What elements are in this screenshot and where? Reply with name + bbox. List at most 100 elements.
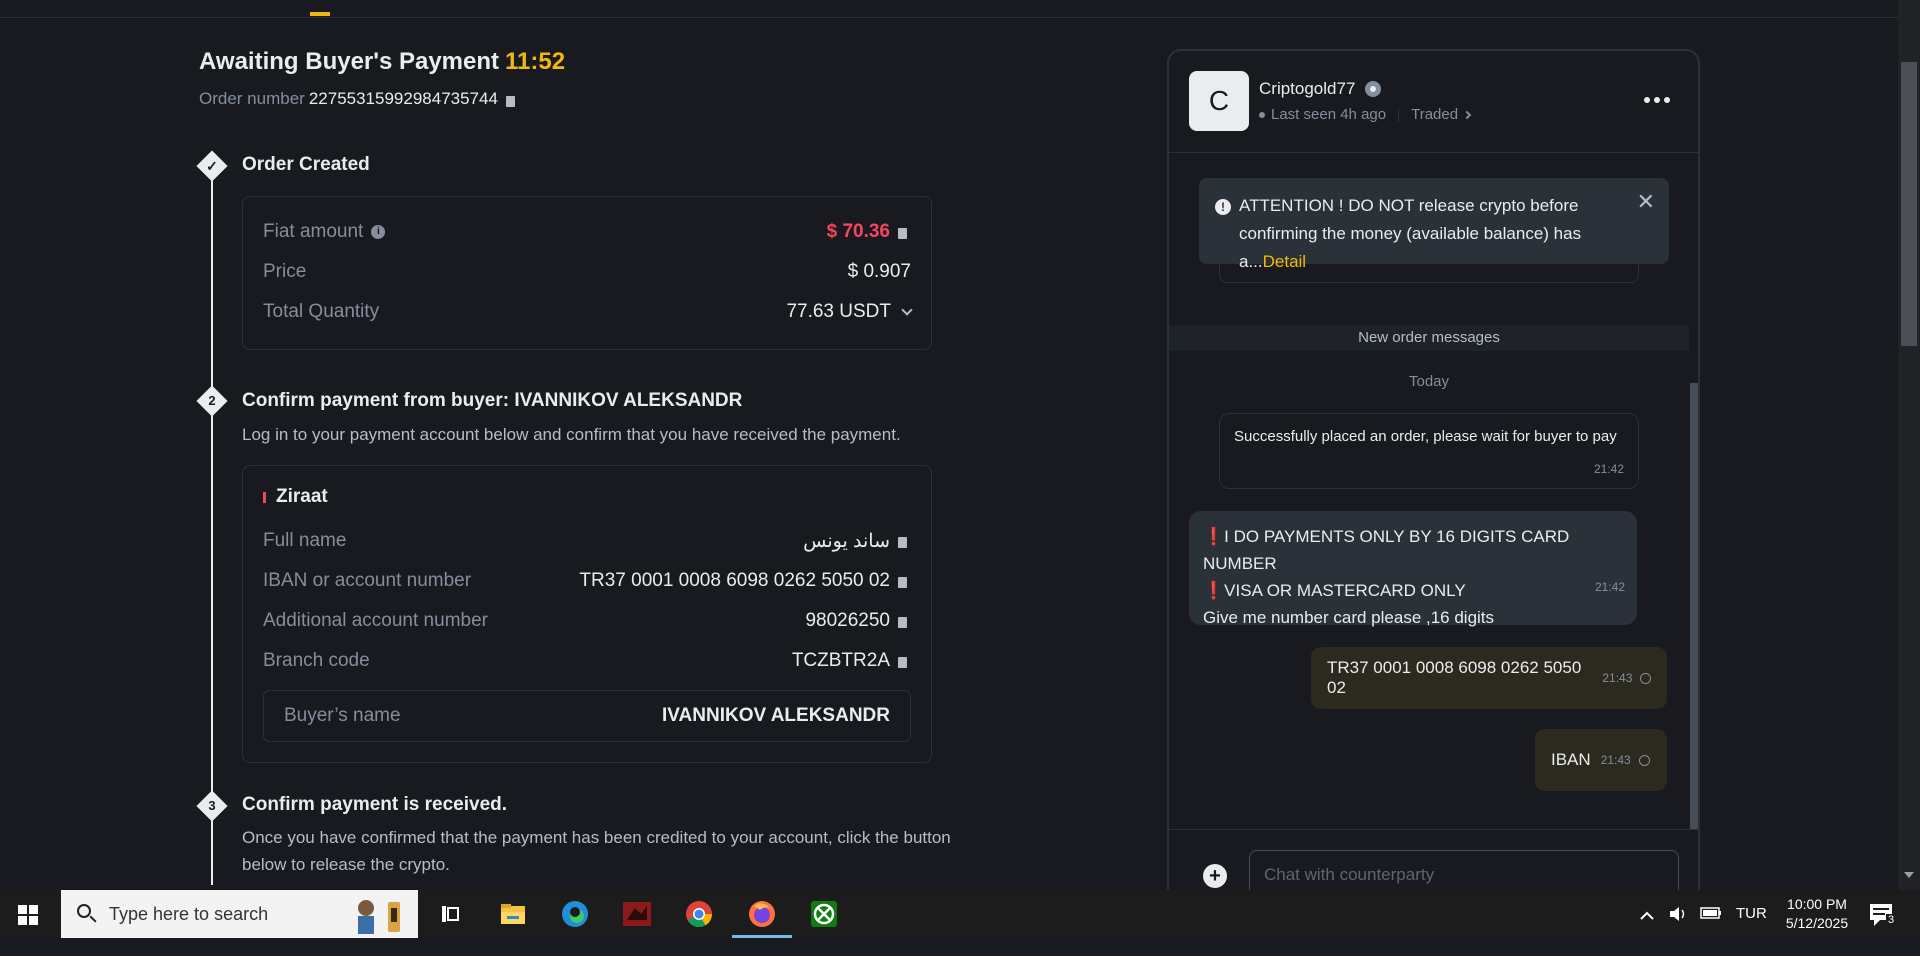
page-scrollbar[interactable] xyxy=(1898,0,1920,890)
verified-icon xyxy=(1365,81,1382,97)
traded-link[interactable]: Traded xyxy=(1411,106,1458,123)
copy-icon[interactable] xyxy=(898,225,912,239)
system-message-text: Successfully placed an order, please wai… xyxy=(1234,428,1617,445)
page-title: Awaiting Buyer's Payment 11:52 xyxy=(199,48,565,76)
countdown-timer: 11:52 xyxy=(505,48,566,75)
message-time: 21:42 xyxy=(1593,462,1624,476)
step-3-description: Once you have confirmed that the payment… xyxy=(242,828,951,874)
close-icon[interactable]: ✕ xyxy=(1637,188,1655,216)
detail-link[interactable]: Detail xyxy=(1263,252,1306,271)
volume-icon[interactable] xyxy=(1668,905,1688,953)
iban-row: IBAN or account number TR37 0001 0008 60… xyxy=(263,566,912,596)
chat-input[interactable] xyxy=(1249,850,1679,890)
attention-banner: ! ATTENTION ! DO NOT release crypto befo… xyxy=(1199,178,1669,271)
payment-details-card: Ziraat Full name ساند يونس IBAN or accou… xyxy=(242,465,932,763)
task-view-icon[interactable] xyxy=(434,898,466,930)
message-time: 21:43 xyxy=(1602,671,1633,685)
search-icon xyxy=(77,904,91,918)
bank-name-text: Ziraat xyxy=(276,486,328,507)
chevron-right-icon xyxy=(1462,110,1472,119)
message-list: ! ATTENTION ! DO NOT release crypto befo… xyxy=(1169,153,1698,829)
full-name-value: ساند يونس xyxy=(803,530,890,552)
new-order-messages-divider: New order messages xyxy=(1169,325,1689,351)
outgoing-message: TR37 0001 0008 6098 0262 5050 02 21:43 xyxy=(1311,647,1667,709)
info-icon[interactable]: i xyxy=(371,224,386,239)
buyer-name-label: Buyer’s name xyxy=(284,705,401,726)
system-message: Successfully placed an order, please wai… xyxy=(1219,413,1639,489)
clock[interactable]: 10:00 PM 5/12/2025 xyxy=(1782,895,1852,943)
steps-timeline xyxy=(211,165,213,885)
additional-account-row: Additional account number 98026250 xyxy=(263,606,912,636)
order-number-label: Order number xyxy=(199,89,305,108)
buyer-name-value: IVANNIKOV ALEKSANDR xyxy=(661,705,890,726)
incoming-message: ❗I DO PAYMENTS ONLY BY 16 DIGITS CARD NU… xyxy=(1189,511,1637,627)
chat-header: C Criptogold77 Last seen 4h ago Traded xyxy=(1169,51,1698,153)
edge-icon[interactable] xyxy=(559,898,591,930)
top-divider xyxy=(0,17,1900,18)
bank-color-bar xyxy=(263,491,266,503)
copy-icon[interactable] xyxy=(898,614,912,628)
pending-status-icon xyxy=(1640,672,1651,684)
branch-code-label: Branch code xyxy=(263,650,370,671)
battery-icon[interactable] xyxy=(1700,906,1722,954)
notifications-icon[interactable]: 3 xyxy=(1868,902,1897,950)
chevron-down-icon[interactable] xyxy=(901,303,913,316)
copy-icon[interactable] xyxy=(898,574,912,588)
active-tab-indicator xyxy=(310,12,330,16)
step-3-number: 3 xyxy=(208,798,216,813)
divider xyxy=(1398,107,1400,122)
outgoing-message-text: TR37 0001 0008 6098 0262 5050 02 xyxy=(1327,658,1582,697)
app-icon[interactable] xyxy=(621,898,653,930)
full-name-row: Full name ساند يونس xyxy=(263,526,912,556)
order-number-value: 22755315992984735744 xyxy=(308,89,498,108)
counterparty-name[interactable]: Criptogold77 xyxy=(1259,79,1382,99)
price-row: Price $ 0.907 xyxy=(263,257,911,287)
bank-name: Ziraat xyxy=(263,486,328,508)
scrollbar-thumb[interactable] xyxy=(1901,62,1917,346)
message-time: 21:42 xyxy=(1594,580,1625,594)
step-1-title: Order Created xyxy=(242,154,370,175)
copy-icon[interactable] xyxy=(898,534,912,548)
clock-date: 5/12/2025 xyxy=(1785,915,1849,931)
taskbar-search[interactable]: Type here to search xyxy=(61,890,418,938)
date-separator: Today xyxy=(1408,373,1450,390)
iban-value: TR37 0001 0008 6098 0262 5050 02 xyxy=(579,570,890,591)
order-summary-card: Fiat amount i $ 70.36 Price $ 0.907 Total… xyxy=(242,196,932,350)
incoming-line: Give me number card please ,16 digits xyxy=(1203,608,1495,627)
order-number: Order number 22755315992984735744 xyxy=(199,89,520,109)
firefox-icon[interactable] xyxy=(746,898,778,930)
total-quantity-value: 77.63 USDT xyxy=(786,301,891,322)
show-hidden-icons-icon[interactable] xyxy=(1640,908,1654,956)
scroll-down-icon[interactable] xyxy=(1904,872,1914,878)
iban-label: IBAN or account number xyxy=(263,570,472,591)
avatar[interactable]: C xyxy=(1189,71,1249,131)
file-explorer-icon[interactable] xyxy=(497,898,529,930)
price-value: $ 0.907 xyxy=(847,261,911,282)
outgoing-message-text: IBAN xyxy=(1551,750,1591,769)
fiat-amount-label: Fiat amount xyxy=(263,221,364,242)
full-name-label: Full name xyxy=(263,530,347,551)
fiat-amount-value: $ 70.36 xyxy=(826,221,890,242)
copy-icon[interactable] xyxy=(898,654,912,668)
incoming-line: ❗I DO PAYMENTS ONLY BY 16 DIGITS CARD NU… xyxy=(1203,527,1570,573)
additional-account-value: 98026250 xyxy=(805,610,890,631)
chat-panel: C Criptogold77 Last seen 4h ago Traded !… xyxy=(1167,49,1700,890)
counterparty-name-text: Criptogold77 xyxy=(1259,79,1356,98)
chat-composer: + xyxy=(1169,829,1698,890)
windows-start-icon[interactable] xyxy=(18,905,38,925)
p2p-order-page: Awaiting Buyer's Payment 11:52 Order numb… xyxy=(0,0,1920,890)
warning-icon: ! xyxy=(1215,199,1231,215)
chrome-icon[interactable] xyxy=(683,898,715,930)
add-attachment-icon[interactable]: + xyxy=(1203,864,1227,888)
total-quantity-row[interactable]: Total Quantity 77.63 USDT xyxy=(263,297,913,327)
pending-status-icon xyxy=(1638,754,1650,766)
counterparty-meta: Last seen 4h ago Traded xyxy=(1259,106,1472,123)
incoming-line: ❗VISA OR MASTERCARD ONLY xyxy=(1203,581,1466,600)
input-language[interactable]: TUR xyxy=(1736,905,1767,953)
xbox-icon[interactable] xyxy=(808,898,840,930)
exclamation-icon: ❗ xyxy=(1203,527,1225,546)
chat-scrollbar[interactable] xyxy=(1690,383,1698,829)
more-options-icon[interactable] xyxy=(1644,97,1670,103)
check-icon: ✓ xyxy=(206,158,218,174)
copy-icon[interactable] xyxy=(505,92,520,107)
